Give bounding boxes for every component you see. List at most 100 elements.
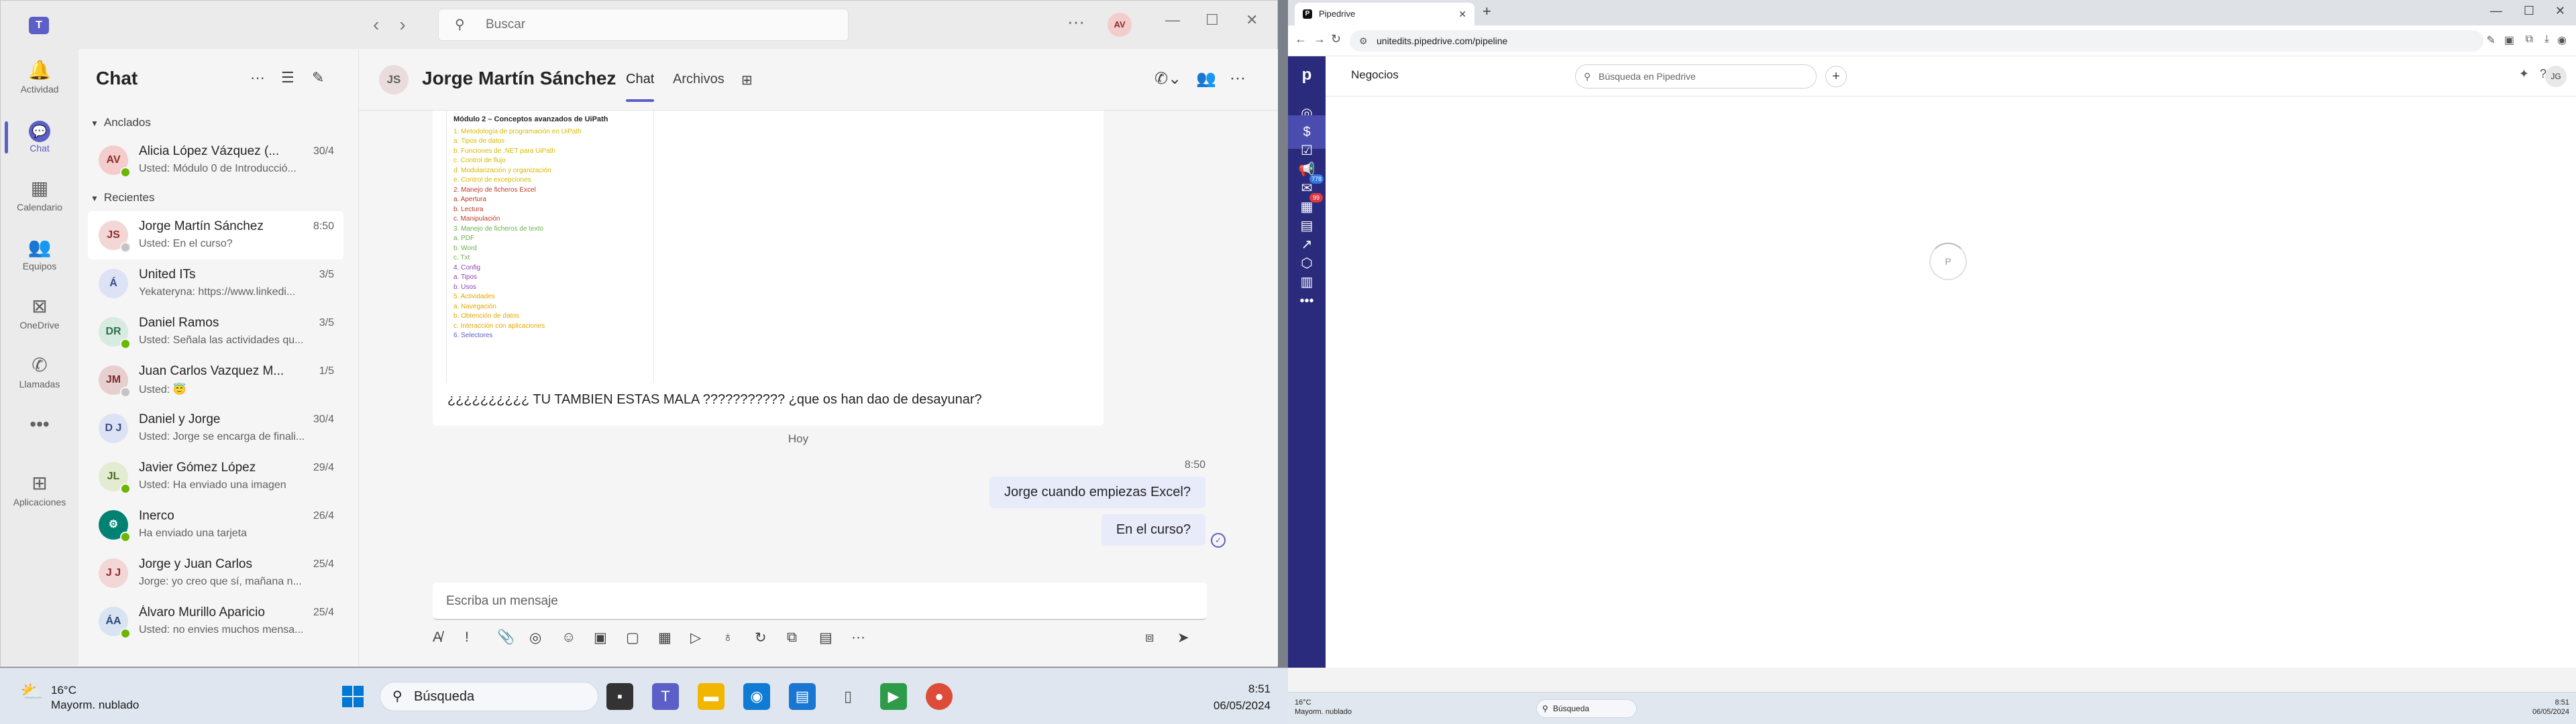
- rail-item-more[interactable]: •••: [1, 403, 78, 463]
- rail-item-calendario[interactable]: ▦ Calendario: [1, 167, 78, 227]
- chat-list-item[interactable]: ÁA Álvaro Murillo Aparicio 25/4 Usted: no e…: [88, 597, 343, 646]
- conversation-pane: JS Jorge Martín Sánchez Chat Archivos ⊞ …: [359, 49, 1278, 666]
- minimize-icon[interactable]: —: [1165, 11, 1180, 29]
- extensions-icon[interactable]: ⧉: [2526, 34, 2533, 46]
- sales-assistant-icon[interactable]: ✦: [2519, 67, 2529, 81]
- user-avatar[interactable]: AV: [1108, 13, 1132, 37]
- contact-avatar[interactable]: JS: [379, 65, 409, 95]
- settings-more-icon[interactable]: ···: [1067, 11, 1085, 32]
- tab-chat[interactable]: Chat: [626, 72, 655, 102]
- extension-icon[interactable]: ✎: [2487, 34, 2496, 47]
- rail-item-aplicaciones[interactable]: ⊞ Aplicaciones: [1, 462, 78, 522]
- close-tab-icon[interactable]: ✕: [1458, 3, 1466, 25]
- windows-start-icon[interactable]: [342, 686, 364, 707]
- chat-list-item[interactable]: AV Alicia López Vázquez (... 30/4 Usted: Mó…: [88, 136, 343, 184]
- important-icon[interactable]: !: [465, 629, 469, 646]
- chat-list-item[interactable]: JL Javier Gómez López 29/4 Usted: Ha enviad…: [88, 452, 343, 501]
- rail-item-llamadas[interactable]: ✆ Llamadas: [1, 344, 78, 404]
- weather-widget[interactable]: 16°C Mayorm. nublado: [1295, 698, 1352, 717]
- more-icon[interactable]: ···: [1230, 69, 1246, 88]
- chat-list-item[interactable]: Á United ITs 3/5 Yekateryna: https://www.li…: [88, 259, 343, 308]
- chat-list-item[interactable]: JS Jorge Martín Sánchez 8:50 Usted: En el c…: [88, 211, 343, 259]
- schedule-meeting-icon[interactable]: ▦: [658, 629, 672, 646]
- teams-taskbar-icon[interactable]: T: [652, 683, 679, 710]
- back-icon[interactable]: ←: [1295, 32, 1307, 46]
- updates-icon[interactable]: ↻: [755, 629, 767, 646]
- forward-icon[interactable]: ›: [399, 14, 425, 35]
- chat-preview: Ha enviado una tarjeta: [139, 528, 247, 539]
- pipedrive-logo[interactable]: p: [1288, 66, 1326, 84]
- download-icon[interactable]: ⤓: [2544, 34, 2549, 46]
- message-compose-box[interactable]: Escriba un mensaje: [433, 583, 1207, 620]
- chat-list-item[interactable]: JM Juan Carlos Vazquez M... 1/5 Usted: 😇: [88, 356, 343, 404]
- chat-list-item[interactable]: J J Jorge y Juan Carlos 25/4 Jorge: yo creo…: [88, 549, 343, 597]
- loop-icon[interactable]: ◎: [529, 629, 541, 646]
- task-view-icon[interactable]: ▪: [606, 683, 633, 710]
- image-message[interactable]: Módulo 2 – Conceptos avanzados de UiPath…: [433, 111, 1104, 426]
- taskbar-search[interactable]: ⚲ Búsqueda: [380, 682, 598, 711]
- more-options-icon[interactable]: ···: [250, 69, 265, 86]
- quick-add-button[interactable]: +: [1825, 66, 1847, 87]
- document-icon[interactable]: ▯: [835, 683, 861, 710]
- user-avatar[interactable]: JG: [2545, 66, 2567, 87]
- praise-icon[interactable]: ♁: [722, 629, 733, 646]
- maximize-icon[interactable]: ☐: [1205, 11, 1219, 29]
- search-input[interactable]: ⚲ Buscar: [438, 9, 849, 41]
- reload-icon[interactable]: ↻: [1331, 32, 1341, 46]
- video-clip-icon[interactable]: ⧈: [1145, 629, 1154, 646]
- new-chat-icon[interactable]: ✎: [312, 69, 324, 86]
- chat-list-item[interactable]: D J Daniel y Jorge 30/4 Usted: Jorge se enc…: [88, 404, 343, 452]
- clock[interactable]: 8:51 06/05/2024: [2532, 698, 2569, 717]
- pipedrive-search[interactable]: ⚲ Búsqueda en Pipedrive: [1575, 64, 1817, 88]
- approvals-icon[interactable]: ⧉: [787, 629, 797, 646]
- rail-item-equipos[interactable]: 👥 Equipos: [1, 226, 78, 286]
- media-app-icon[interactable]: ▶: [880, 683, 907, 710]
- rail-item-chat[interactable]: 💬 Chat: [1, 108, 78, 168]
- add-tab-icon[interactable]: ⊞: [741, 72, 753, 88]
- filter-icon[interactable]: ☰: [281, 69, 294, 86]
- call-icon[interactable]: ✆⌄: [1155, 69, 1181, 88]
- send-icon[interactable]: ➤: [1177, 629, 1189, 646]
- calculator-icon[interactable]: ▤: [789, 683, 816, 710]
- forward-icon[interactable]: →: [1313, 32, 1326, 46]
- forms-icon[interactable]: ▤: [819, 629, 833, 646]
- edge-icon[interactable]: ◉: [743, 683, 770, 710]
- taskbar-search[interactable]: ⚲ Búsqueda: [1536, 699, 1637, 718]
- url-input[interactable]: ⚙ unitedits.pipedrive.com/pipeline: [1350, 30, 2483, 52]
- chat-list-item[interactable]: DR Daniel Ramos 3/5 Usted: Señala las activ…: [88, 308, 343, 356]
- gif-icon[interactable]: ▣: [594, 629, 607, 646]
- chat-list-item[interactable]: ⚙ Inerco 26/4 Ha enviado una tarjeta: [88, 501, 343, 549]
- browser-tab[interactable]: P Pipedrive ✕: [1295, 3, 1474, 25]
- close-icon[interactable]: ✕: [2555, 4, 2565, 18]
- new-tab-icon[interactable]: +: [1483, 3, 1491, 20]
- rail-item-actividad[interactable]: 🔔 Actividad: [1, 49, 78, 109]
- sticker-icon[interactable]: ▢: [626, 629, 639, 646]
- stream-icon[interactable]: ▷: [690, 629, 701, 646]
- more-apps-icon[interactable]: ···: [851, 629, 865, 646]
- profile-icon[interactable]: ◉: [2557, 34, 2567, 47]
- avatar: Á: [99, 269, 128, 298]
- clock-time: 8:51: [1248, 682, 1271, 695]
- back-icon[interactable]: ‹: [373, 14, 399, 35]
- rail-item-onedrive[interactable]: ⊠ OneDrive: [1, 285, 78, 345]
- clock[interactable]: 8:51 06/05/2024: [1214, 680, 1271, 714]
- minimize-icon[interactable]: —: [2490, 4, 2502, 18]
- attach-icon[interactable]: 📎: [497, 629, 515, 646]
- chat-date: 25/4: [313, 607, 334, 618]
- close-icon[interactable]: ✕: [1246, 11, 1258, 29]
- weather-widget[interactable]: ⛅ 16°C Mayorm. nublado: [20, 682, 139, 713]
- history-nav[interactable]: ‹›: [373, 14, 426, 36]
- pinned-section-toggle[interactable]: ▼ Anclados: [78, 109, 358, 136]
- recent-section-toggle[interactable]: ▼ Recientes: [78, 184, 358, 211]
- emoji-icon[interactable]: ☺: [561, 629, 576, 646]
- tab-files[interactable]: Archivos: [673, 72, 724, 87]
- extension-icon[interactable]: ▣: [2504, 34, 2514, 47]
- chrome-icon[interactable]: ●: [926, 683, 953, 710]
- maximize-icon[interactable]: ☐: [2524, 4, 2534, 18]
- presence-indicator: [120, 387, 131, 398]
- more-icon[interactable]: •••: [1288, 284, 1326, 318]
- format-icon[interactable]: A̸: [433, 629, 442, 646]
- people-icon[interactable]: 👥: [1196, 69, 1216, 88]
- site-info-icon[interactable]: ⚙: [1359, 30, 1368, 52]
- file-explorer-icon[interactable]: ▬: [698, 683, 724, 710]
